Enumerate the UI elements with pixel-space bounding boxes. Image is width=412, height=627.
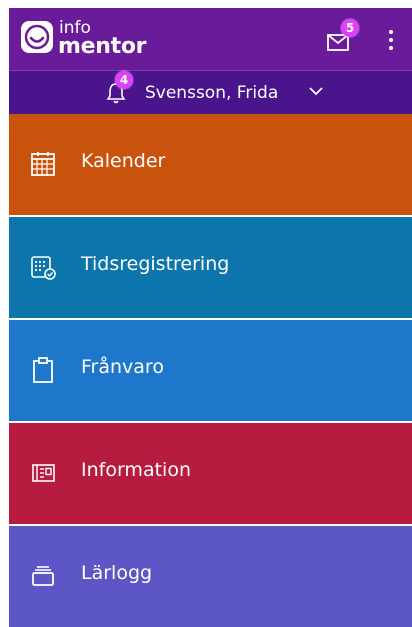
menu-item-information[interactable]: Information [9, 423, 412, 526]
menu-item-franvaro[interactable]: Frånvaro [9, 320, 412, 423]
more-options-button[interactable] [385, 30, 397, 52]
time-registration-icon [31, 256, 56, 280]
newspaper-icon [32, 464, 55, 482]
menu-item-larlogg[interactable]: Lärlogg [9, 526, 412, 627]
user-name: Svensson, Frida [145, 83, 279, 103]
menu-item-label: Information [81, 459, 191, 481]
clipboard-icon [33, 357, 53, 383]
menu-item-label: Kalender [81, 150, 166, 172]
logo-face-icon [21, 21, 53, 53]
app: info mentor 5 4 Svensson, Frida Kalender… [9, 8, 412, 627]
more-dot-icon [389, 46, 393, 50]
infomentor-logo[interactable]: info mentor [21, 19, 161, 59]
notifications-count-badge: 4 [115, 71, 133, 89]
menu-item-label: Tidsregistrering [81, 253, 230, 275]
menu-item-label: Frånvaro [81, 356, 164, 378]
chevron-down-icon [309, 87, 323, 96]
main-menu: Kalender Tidsregistrering Frånvaro Infor… [9, 114, 412, 627]
messages-count-badge: 5 [341, 19, 359, 37]
more-dot-icon [389, 38, 393, 42]
learning-log-icon [32, 566, 54, 586]
calendar-icon [31, 152, 55, 176]
notifications-button[interactable]: 4 [105, 71, 133, 105]
top-bar: info mentor 5 [9, 8, 412, 70]
messages-button[interactable]: 5 [327, 19, 359, 53]
menu-item-kalender[interactable]: Kalender [9, 114, 412, 217]
menu-item-label: Lärlogg [81, 562, 153, 584]
more-dot-icon [389, 30, 393, 34]
menu-item-tidsregistrering[interactable]: Tidsregistrering [9, 217, 412, 320]
user-selector[interactable]: 4 Svensson, Frida [9, 70, 412, 114]
logo-text-mentor: mentor [58, 34, 147, 59]
